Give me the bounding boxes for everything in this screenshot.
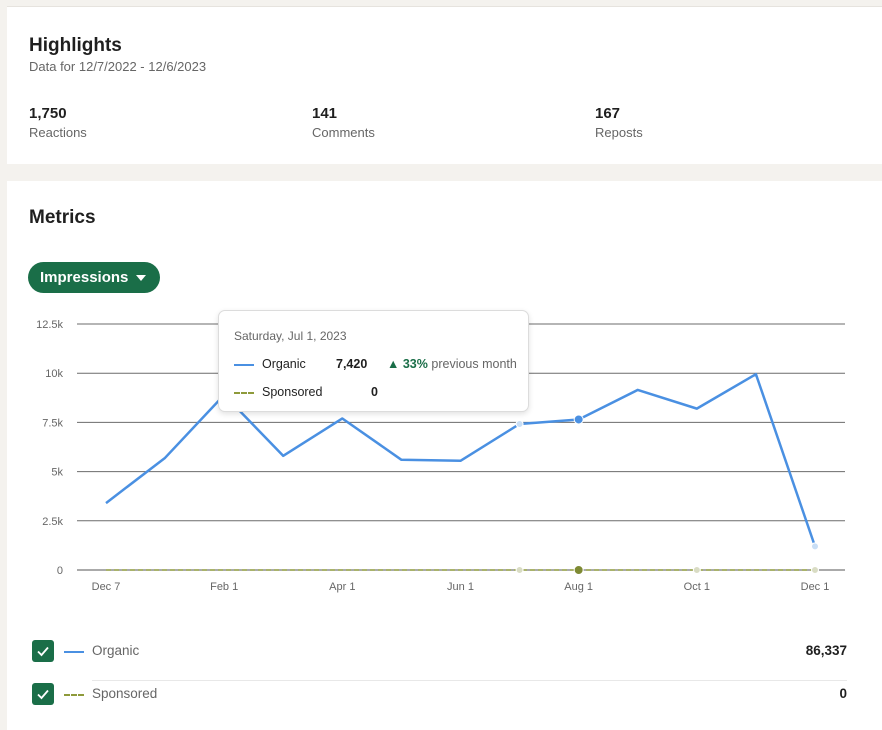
organic-checkbox[interactable] [32, 640, 54, 662]
tooltip-organic-label: Organic [262, 357, 306, 371]
chart-y-axis: 0 2.5k 5k 7.5k 10k 12.5k [36, 319, 63, 577]
y-tick-label: 5k [51, 467, 63, 479]
tooltip-change: ▲ 33% previous month [387, 357, 517, 371]
x-tick-label: Feb 1 [210, 581, 238, 593]
legend-sponsored-total: 0 [839, 686, 847, 701]
chart-tooltip: Saturday, Jul 1, 2023 Organic 7,420 ▲ 33… [218, 310, 529, 412]
organic-line-swatch [234, 363, 254, 366]
data-point [515, 566, 524, 574]
metrics-card: Metrics Impressions 0 2.5k 5k 7.5k 10k 12.5k … [7, 181, 882, 730]
tooltip-sponsored-value: 0 [371, 385, 378, 399]
data-point [692, 566, 701, 574]
y-tick-label: 12.5k [36, 319, 63, 331]
stat-comments-label: Comments [312, 125, 375, 140]
x-tick-label: Jun 1 [447, 581, 474, 593]
data-point [515, 419, 524, 428]
stat-comments-value: 141 [312, 105, 338, 122]
sponsored-legend-line [64, 694, 84, 696]
stat-reposts-value: 167 [595, 105, 621, 122]
x-tick-label: Dec 7 [92, 581, 121, 593]
checkmark-icon [37, 646, 49, 657]
tooltip-change-percent: 33% [402, 357, 428, 371]
arrow-up-icon: ▲ [387, 357, 400, 371]
stat-reactions-value: 1,750 [29, 105, 67, 122]
sponsored-checkbox[interactable] [32, 683, 54, 705]
highlights-title: Highlights [29, 35, 122, 56]
legend-organic-total: 86,337 [805, 643, 847, 658]
y-tick-label: 0 [57, 565, 63, 577]
stat-reposts: 167 Reposts [595, 105, 643, 140]
y-tick-label: 10k [45, 368, 63, 380]
legend-organic-label: Organic [92, 643, 140, 658]
highlights-date-range: Data for 12/7/2022 - 12/6/2023 [29, 59, 207, 74]
x-tick-label: Oct 1 [684, 581, 710, 593]
x-tick-label: Dec 1 [801, 581, 830, 593]
data-point [811, 542, 819, 551]
data-point [811, 566, 819, 574]
stat-comments: 141 Comments [312, 105, 375, 140]
legend-sponsored: Sponsored 0 [32, 678, 847, 712]
stat-reposts-label: Reposts [595, 125, 643, 140]
data-point [573, 414, 584, 425]
y-tick-label: 2.5k [42, 516, 63, 528]
tooltip-change-suffix: previous month [431, 357, 517, 371]
stat-reactions: 1,750 Reactions [29, 105, 87, 140]
x-tick-label: Apr 1 [329, 581, 355, 593]
chart-x-axis: Dec 7 Feb 1 Apr 1 Jun 1 Aug 1 Oct 1 Dec 1 [92, 581, 830, 593]
tooltip-date: Saturday, Jul 1, 2023 [234, 329, 347, 343]
y-tick-label: 7.5k [42, 417, 63, 429]
tooltip-sponsored-row: Sponsored [234, 385, 322, 399]
legend-organic: Organic 86,337 [32, 635, 847, 681]
tooltip-organic-value: 7,420 [336, 357, 368, 371]
legend-sponsored-label: Sponsored [92, 686, 158, 701]
tooltip-sponsored-label: Sponsored [262, 385, 323, 399]
data-point [573, 565, 584, 575]
tooltip-organic-row: Organic [234, 357, 306, 371]
checkmark-icon [37, 689, 49, 700]
sponsored-line-swatch [234, 391, 254, 394]
x-tick-label: Aug 1 [564, 581, 593, 593]
highlights-card: Highlights Data for 12/7/2022 - 12/6/202… [7, 6, 882, 164]
organic-legend-line [64, 651, 84, 653]
stat-reactions-label: Reactions [29, 125, 87, 140]
